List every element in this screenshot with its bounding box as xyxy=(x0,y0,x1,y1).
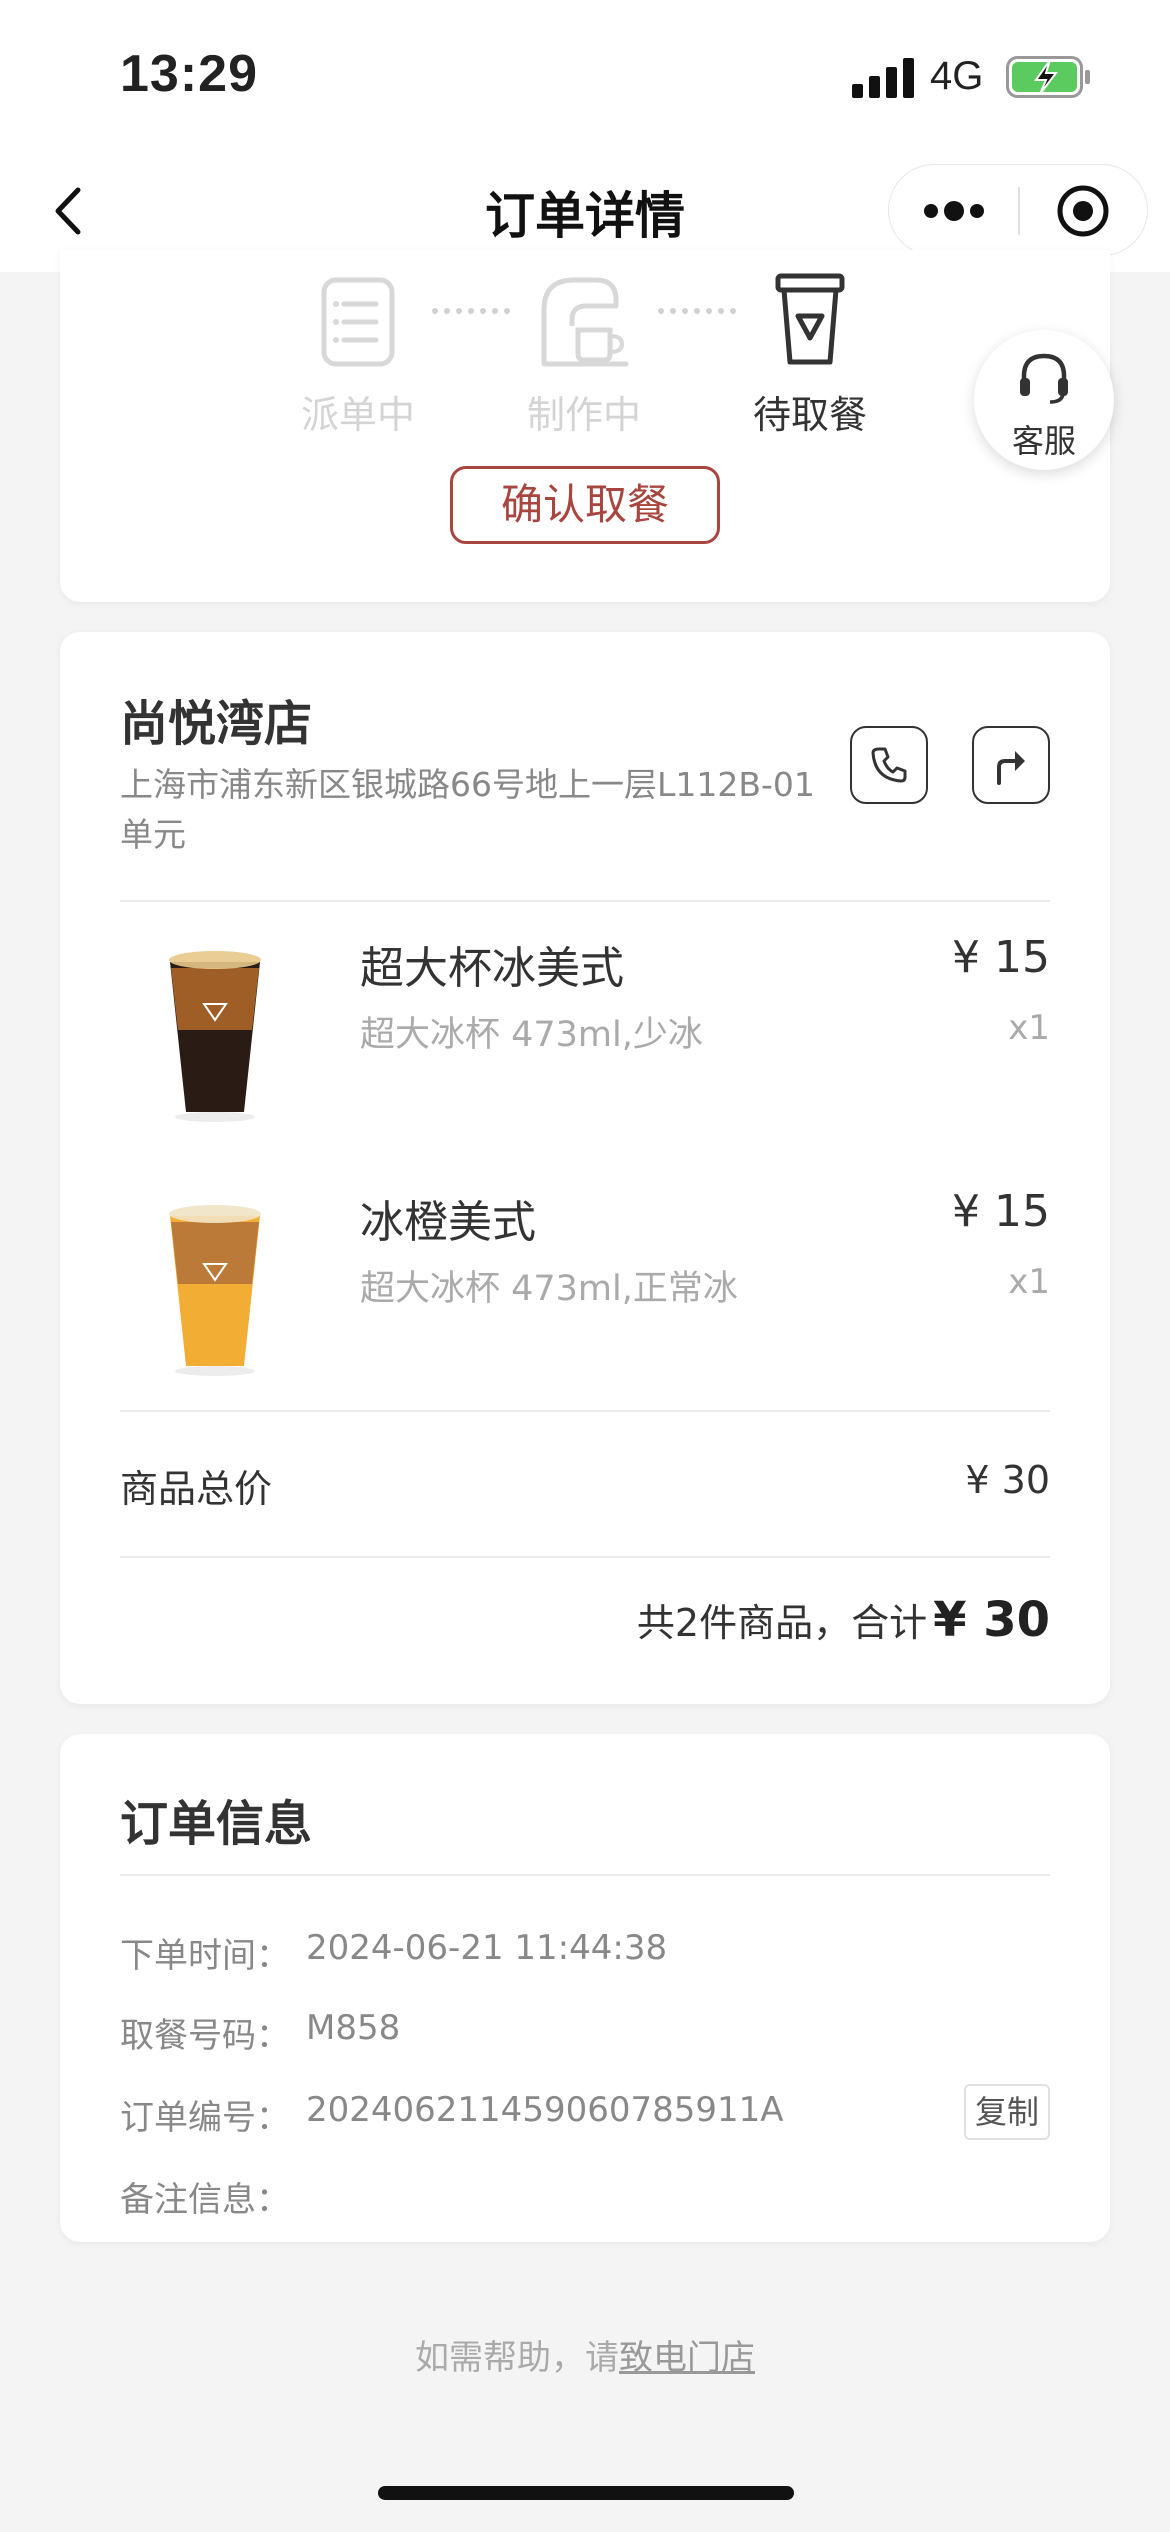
product-price: ¥ 15 xyxy=(952,1186,1050,1237)
store-order-card: 尚悦湾店 上海市浦东新区银城路66号地上一层L112B-01单元 超大杯冰美式 … xyxy=(60,632,1110,1704)
step-dispatching: 派单中 xyxy=(258,270,458,439)
help-prefix: 如需帮助，请 xyxy=(415,2338,619,2378)
product-image xyxy=(169,951,261,1122)
store-name: 尚悦湾店 xyxy=(120,696,313,752)
copy-order-number-button[interactable]: 复制 xyxy=(964,2084,1050,2140)
order-info-title: 订单信息 xyxy=(120,1796,313,1852)
customer-service-button[interactable]: 客服 xyxy=(974,330,1114,470)
coffee-machine-icon xyxy=(541,277,629,367)
help-row: 如需帮助，请致电门店 xyxy=(0,2330,1170,2379)
confirm-pickup-button[interactable]: 确认取餐 xyxy=(450,466,720,544)
step-label: 派单中 xyxy=(300,393,415,437)
product-name: 超大杯冰美式 xyxy=(360,943,624,994)
order-number-value: 20240621145906078591​1A xyxy=(306,2090,784,2130)
pickup-code-value: M858 xyxy=(306,2008,401,2048)
divider xyxy=(120,1410,1050,1412)
product-price: ¥ 15 xyxy=(952,932,1050,983)
divider xyxy=(120,1556,1050,1558)
product-quantity: x1 xyxy=(1008,1262,1050,1302)
close-mini-program-icon[interactable] xyxy=(1055,183,1111,239)
product-spec: 超大冰杯 473ml,正常冰 xyxy=(360,1269,738,1309)
directions-icon xyxy=(997,751,1025,785)
step-label: 制作中 xyxy=(526,393,641,437)
step-ready-pickup: 待取餐 xyxy=(710,270,910,439)
more-icon[interactable] xyxy=(919,187,989,235)
capsule-divider xyxy=(1018,187,1020,235)
signal-icon xyxy=(852,58,914,98)
store-address: 上海市浦东新区银城路66号地上一层L112B-01单元 xyxy=(120,765,815,854)
phone-icon xyxy=(871,747,907,783)
product-spec: 超大冰杯 473ml,少冰 xyxy=(360,1015,703,1055)
pickup-code-label: 取餐号码： xyxy=(120,2016,290,2056)
remark-label: 备注信息： xyxy=(120,2180,290,2220)
divider xyxy=(120,900,1050,902)
order-number-label: 订单编号： xyxy=(120,2098,290,2138)
subtotal-value: ¥ 30 xyxy=(965,1458,1050,1502)
home-indicator xyxy=(378,2486,794,2500)
divider xyxy=(120,1874,1050,1876)
battery-charging-icon xyxy=(1006,56,1090,98)
product-quantity: x1 xyxy=(1008,1008,1050,1048)
order-time-label: 下单时间： xyxy=(120,1936,290,1976)
status-bar: 13:29 4G xyxy=(0,0,1170,150)
product-name: 冰橙美式 xyxy=(360,1197,536,1248)
document-list-icon xyxy=(321,277,395,367)
call-store-link[interactable]: 致电门店 xyxy=(619,2338,755,2378)
order-progress-card: 派单中 制作中 待取餐 确认取餐 xyxy=(60,250,1110,602)
call-store-button[interactable] xyxy=(850,726,928,804)
subtotal-label: 商品总价 xyxy=(120,1467,273,1511)
total-amount: ¥ 30 xyxy=(933,1592,1050,1648)
status-time: 13:29 xyxy=(120,45,258,103)
customer-service-label: 客服 xyxy=(1011,422,1076,460)
order-info-card: 订单信息 下单时间： 2024-06-21 11:44:38 取餐号码： M85… xyxy=(60,1734,1110,2242)
network-label: 4G xyxy=(930,54,984,98)
mini-program-capsule xyxy=(888,164,1148,256)
total-prefix: 共2件商品，合计 xyxy=(636,1601,928,1645)
step-label: 待取餐 xyxy=(752,393,867,437)
total-row: 共2件商品，合计 ¥ 30 xyxy=(637,1592,1050,1648)
product-image xyxy=(169,1205,261,1376)
order-time-value: 2024-06-21 11:44:38 xyxy=(306,1928,668,1968)
headset-icon xyxy=(1020,353,1068,404)
step-making: 制作中 xyxy=(484,270,684,439)
cup-icon xyxy=(775,273,845,365)
navigate-button[interactable] xyxy=(972,726,1050,804)
